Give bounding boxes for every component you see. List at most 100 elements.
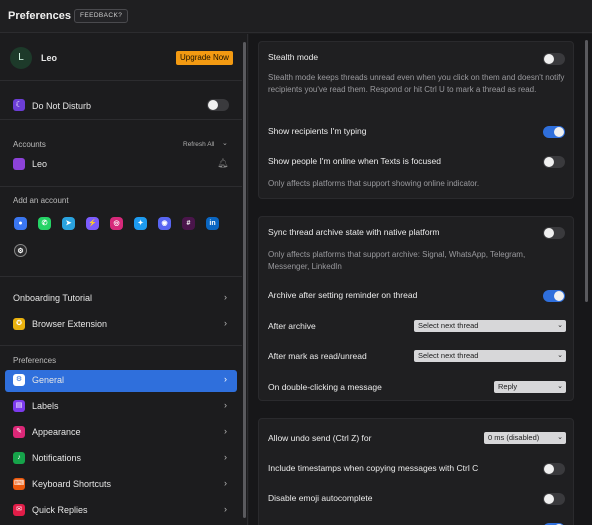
refresh-all-button[interactable]: Refresh All [183, 141, 214, 148]
sidebar: L Leo Upgrade Now ☾ Do Not Disturb Accou… [0, 34, 248, 525]
chevron-right-icon: › [224, 478, 227, 488]
sync-archive-toggle[interactable] [543, 227, 565, 239]
sidebar-item-keyboard-shortcuts[interactable]: ⌨ Keyboard Shortcuts › [0, 474, 242, 496]
setting-title: After mark as read/unread [268, 351, 367, 361]
preferences-header: Preferences [13, 356, 57, 365]
sidebar-scrollbar[interactable] [243, 42, 246, 518]
content-scrollbar[interactable] [585, 40, 588, 302]
bell-icon: ♪ [13, 452, 25, 464]
chevron-right-icon: › [224, 374, 227, 384]
messenger-icon[interactable]: ⚡ [86, 217, 99, 230]
gear-icon: ⚙ [13, 374, 25, 386]
stealth-mode-toggle[interactable] [543, 53, 565, 65]
accounts-header: Accounts [13, 140, 46, 149]
sidebar-item-label: Quick Replies [32, 505, 88, 515]
sidebar-item-label: Appearance [32, 427, 81, 437]
divider [0, 276, 242, 277]
whatsapp-icon[interactable]: ✆ [38, 217, 51, 230]
nav-item-onboarding-tutorial[interactable]: Onboarding Tutorial › [0, 288, 242, 310]
setting-title: Sync thread archive state with native pl… [268, 227, 440, 237]
profile-name: Leo [41, 53, 58, 63]
show-typing-toggle[interactable] [543, 126, 565, 138]
chevron-down-icon: ⌄ [557, 352, 563, 359]
chevron-right-icon: › [224, 400, 227, 410]
sidebar-item-notifications[interactable]: ♪ Notifications › [0, 448, 242, 470]
select-value: 0 ms (disabled) [488, 433, 540, 442]
chevron-down-icon: ⌄ [557, 383, 563, 390]
after-archive-select[interactable]: Select next thread ⌄ [414, 320, 566, 332]
sidebar-item-label: Keyboard Shortcuts [32, 479, 112, 489]
moon-icon: ☾ [13, 99, 25, 111]
title-bar: Preferences FEEDBACK? [0, 0, 592, 33]
signal-icon[interactable]: ● [14, 217, 27, 230]
after-mark-read-select[interactable]: Select next thread ⌄ [414, 350, 566, 362]
telegram-icon[interactable]: ➤ [62, 217, 75, 230]
select-value: Select next thread [418, 321, 479, 330]
settings-content: Stealth mode Stealth mode keeps threads … [249, 34, 592, 525]
quick-replies-icon: ✉ [13, 504, 25, 516]
feedback-button[interactable]: FEEDBACK? [74, 9, 129, 23]
select-value: Select next thread [418, 351, 479, 360]
nav-item-browser-extension[interactable]: ✪ Browser Extension › [0, 314, 242, 336]
sidebar-item-label: General [32, 375, 65, 385]
chatgpt-icon[interactable]: ⚙ [14, 244, 27, 257]
undo-send-select[interactable]: 0 ms (disabled) ⌄ [484, 432, 566, 444]
setting-title: Disable emoji autocomplete [268, 493, 373, 503]
setting-title: Allow undo send (Ctrl Z) for [268, 433, 372, 443]
instagram-icon[interactable]: ◎ [110, 217, 123, 230]
do-not-disturb-toggle[interactable] [207, 99, 229, 111]
archive-after-reminder-toggle[interactable] [543, 290, 565, 302]
nav-item-label: Browser Extension [32, 319, 108, 329]
bell-icon[interactable]: 🔔︎ [217, 158, 228, 169]
labels-icon: ▤ [13, 400, 25, 412]
chevron-down-icon[interactable]: ⌄ [222, 139, 228, 147]
linkedin-icon[interactable]: in [206, 217, 219, 230]
setting-title: Archive after setting reminder on thread [268, 290, 418, 300]
chevron-right-icon: › [224, 318, 227, 328]
discord-icon[interactable]: ◉ [158, 217, 171, 230]
double-click-select[interactable]: Reply ⌄ [494, 381, 566, 393]
setting-description: Only affects platforms that support show… [268, 179, 480, 188]
chevron-down-icon: ⌄ [557, 322, 563, 329]
setting-description: Stealth mode keeps threads unread even w… [268, 73, 565, 94]
beeper-icon [13, 158, 25, 170]
setting-title: Show people I'm online when Texts is foc… [268, 156, 441, 166]
emoji-autocomplete-toggle[interactable] [543, 493, 565, 505]
settings-panel-archive: Sync thread archive state with native pl… [258, 216, 574, 401]
divider [0, 186, 242, 187]
chevron-right-icon: › [224, 426, 227, 436]
page-title: Preferences [8, 10, 71, 22]
sidebar-item-label: Labels [32, 401, 59, 411]
copy-timestamps-toggle[interactable] [543, 463, 565, 475]
keyboard-icon: ⌨ [13, 478, 25, 490]
setting-title: Stealth mode [268, 52, 319, 62]
chevron-right-icon: › [224, 504, 227, 514]
twitter-icon[interactable]: ✦ [134, 217, 147, 230]
upgrade-button[interactable]: Upgrade Now [176, 51, 233, 65]
sidebar-item-general[interactable]: ⚙ General › [5, 370, 237, 392]
sidebar-item-labels[interactable]: ▤ Labels › [0, 396, 242, 418]
select-value: Reply [498, 382, 518, 391]
avatar[interactable]: L [10, 47, 32, 69]
chevron-right-icon: › [224, 292, 227, 302]
chevron-right-icon: › [224, 452, 227, 462]
divider [0, 345, 242, 346]
extension-icon: ✪ [13, 318, 25, 330]
account-name: Leo [32, 159, 48, 169]
settings-panel-messaging: Allow undo send (Ctrl Z) for 0 ms (disab… [258, 418, 574, 525]
sidebar-item-appearance[interactable]: ✎ Appearance › [0, 422, 242, 444]
nav-item-label: Onboarding Tutorial [13, 293, 93, 303]
do-not-disturb-label: Do Not Disturb [32, 101, 92, 111]
setting-title: Include timestamps when copying messages… [268, 463, 479, 473]
setting-title: After archive [268, 321, 316, 331]
account-item[interactable]: Leo 🔔︎ [0, 155, 242, 177]
appearance-icon: ✎ [13, 426, 25, 438]
setting-title: On double-clicking a message [268, 382, 382, 392]
profile-header: L Leo Upgrade Now [0, 34, 242, 81]
slack-icon[interactable]: # [182, 217, 195, 230]
settings-panel-privacy: Stealth mode Stealth mode keeps threads … [258, 41, 574, 199]
chevron-down-icon: ⌄ [557, 434, 563, 441]
setting-title: Show recipients I'm typing [268, 126, 367, 136]
show-online-toggle[interactable] [543, 156, 565, 168]
sidebar-item-quick-replies[interactable]: ✉ Quick Replies › [0, 500, 242, 522]
